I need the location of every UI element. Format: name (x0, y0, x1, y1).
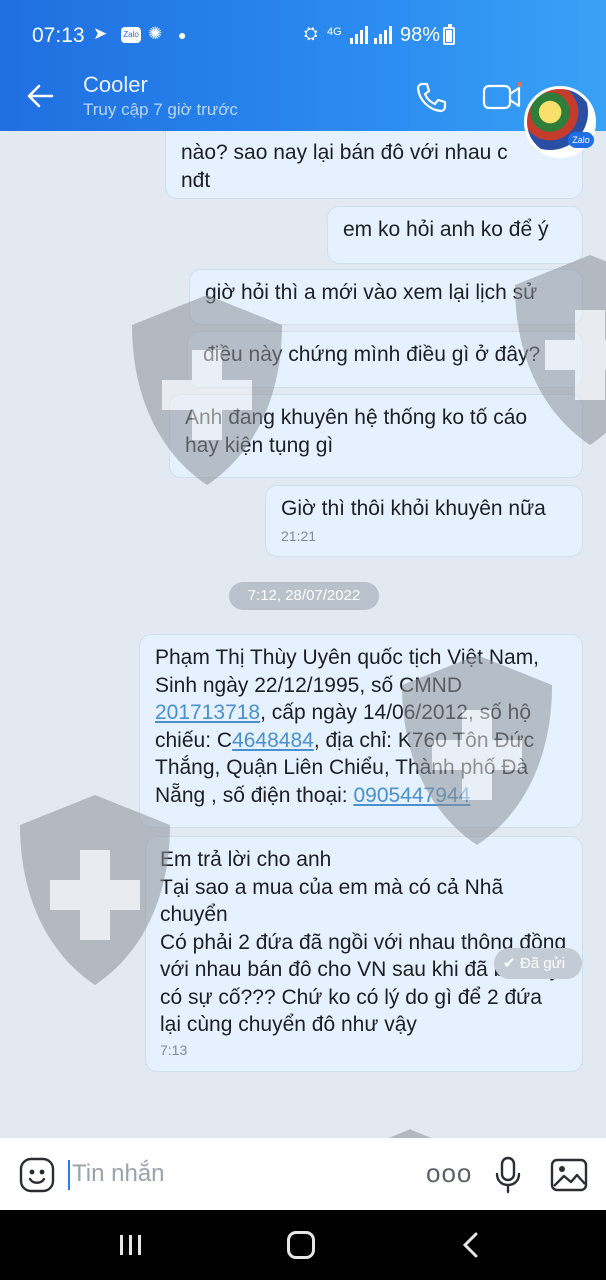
recents-icon[interactable] (118, 1234, 144, 1256)
phone-link[interactable]: 0905447944 (353, 784, 470, 807)
zalo-icon: Zalo (121, 27, 141, 43)
home-icon[interactable] (287, 1231, 315, 1259)
message-bubble[interactable]: giờ hỏi thì a mới vào xem lại lịch sử (189, 269, 583, 325)
message-text: em ko hỏi anh ko để ý (343, 218, 549, 241)
date-separator: 7:12, 28/07/2022 (229, 582, 379, 610)
message-bubble[interactable]: Phạm Thị Thùy Uyên quốc tịch Việt Nam, S… (139, 634, 583, 828)
message-time: 7:13 (160, 1041, 188, 1058)
4g-icon: 4G (327, 26, 342, 38)
signal-icon (373, 26, 393, 49)
message-text: điều này chứng mình điều gì ở đây? (203, 343, 541, 366)
message-bubble[interactable]: điều này chứng mình điều gì ở đây? (187, 331, 583, 388)
delivery-status-label: Đã gửi (520, 955, 566, 972)
status-bar: 07:13 ➤ Zalo ✺ ● ⛭ 4G 98% (0, 0, 606, 62)
passport-link[interactable]: 4648484 (232, 729, 314, 752)
text-cursor (68, 1160, 70, 1190)
telegram-icon: ➤ (93, 24, 108, 43)
message-text: giờ hỏi thì a mới vào xem lại lịch sử (205, 281, 538, 304)
message-text-part: Phạm Thị Thùy Uyên quốc tịch Việt Nam, S… (155, 646, 540, 697)
message-text: nào? sao nay lại bán đô với nhau c nđt (181, 141, 508, 192)
message-text: Giờ thì thôi khỏi khuyên nữa (281, 497, 546, 520)
emoji-icon[interactable] (19, 1157, 55, 1193)
message-bubble[interactable]: Anh đang khuyên hệ thống ko tố cáo hay k… (169, 394, 583, 478)
message-text: Anh đang khuyên hệ thống ko tố cáo hay k… (185, 406, 528, 457)
message-time: 21:21 (281, 527, 317, 544)
video-call-icon[interactable] (482, 82, 522, 112)
message-text: Phạm Thị Thùy Uyên quốc tịch Việt Nam, S… (155, 644, 568, 809)
chat-header: Cooler Truy cập 7 giờ trước (0, 62, 606, 131)
message-bubble[interactable]: nào? sao nay lại bán đô với nhau c nđt (165, 131, 583, 199)
microphone-icon[interactable] (494, 1156, 522, 1194)
contact-name[interactable]: Cooler (83, 72, 148, 98)
message-input[interactable]: Tin nhắn (72, 1160, 165, 1188)
system-nav-bar (0, 1210, 606, 1280)
last-seen: Truy cập 7 giờ trước (83, 100, 238, 119)
dot-icon: ● (178, 27, 187, 43)
battery-percent: 98% (400, 24, 441, 46)
status-time: 07:13 (32, 24, 85, 47)
image-icon[interactable] (550, 1158, 588, 1192)
signal-icon (349, 26, 369, 49)
message-bubble[interactable]: Giờ thì thôi khỏi khuyên nữa 21:21 (265, 485, 583, 557)
message-input-bar: Tin nhắn ooo (0, 1138, 606, 1210)
check-icon: ✔ (503, 955, 516, 972)
message-text: Em trả lời cho anh Tại sao a mua của em … (160, 848, 567, 1036)
more-icon[interactable]: ooo (426, 1158, 472, 1189)
message-bubble[interactable]: em ko hỏi anh ko để ý (327, 206, 583, 264)
data-saver-icon: ⛭ (304, 24, 318, 43)
nav-back-icon[interactable] (460, 1232, 480, 1258)
zalo-badge: Zalo (568, 132, 594, 148)
delivery-status: ✔ Đã gửi (494, 948, 582, 979)
cmnd-link[interactable]: 201713718 (155, 701, 260, 724)
back-arrow-icon[interactable] (24, 80, 56, 112)
chat-area[interactable]: nào? sao nay lại bán đô với nhau c nđt e… (0, 131, 606, 1138)
weather-icon: ✺ (148, 24, 163, 43)
phone-icon[interactable] (414, 80, 448, 114)
battery-icon (443, 24, 455, 45)
